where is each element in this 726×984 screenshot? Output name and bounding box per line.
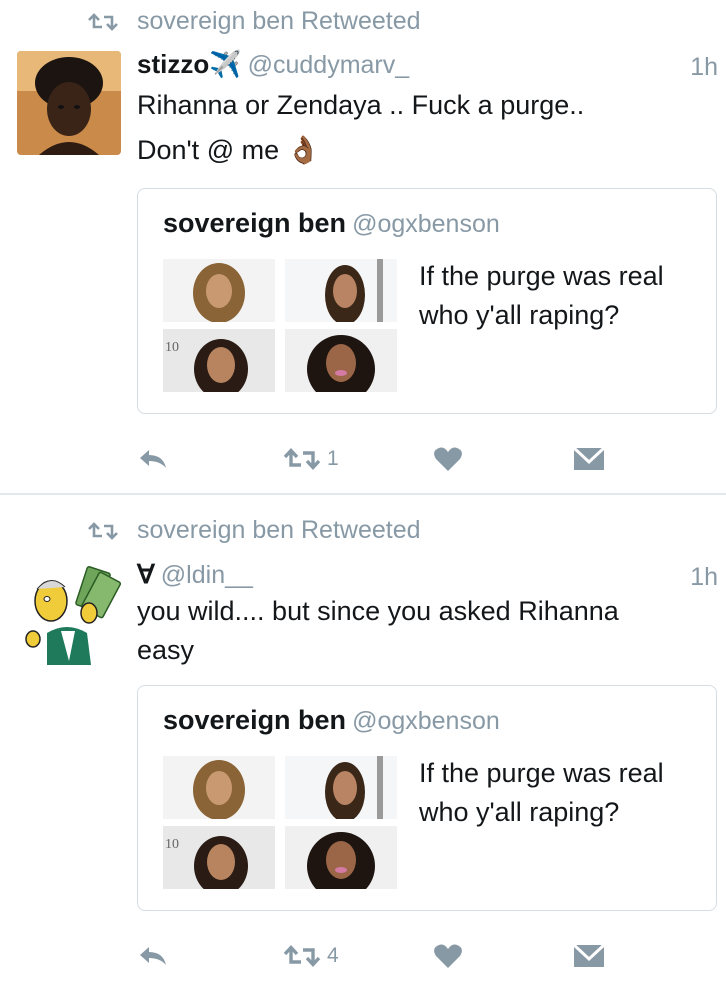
author-name[interactable]: stizzo [137, 49, 209, 79]
timestamp[interactable]: 1h [690, 53, 718, 82]
quoted-author-handle: @ogxbenson [352, 707, 500, 735]
svg-text:10: 10 [165, 340, 179, 355]
quoted-media-grid[interactable]: 10 [163, 756, 399, 890]
tweet-text: Rihanna or Zendaya .. Fuck a purge.. Don… [137, 83, 717, 173]
quoted-author-row: sovereign ben @ogxbenson [163, 208, 500, 239]
author-handle[interactable]: @ldin__ [161, 561, 253, 589]
avatar[interactable] [17, 561, 121, 665]
tweet-text-line: you wild.... but since you asked Rihanna [137, 596, 619, 626]
retweet-icon [283, 447, 321, 471]
tweet-divider [0, 493, 726, 495]
media-thumbnail[interactable]: 10 [163, 329, 275, 392]
quoted-author-name: sovereign ben [163, 208, 347, 238]
like-button[interactable] [433, 439, 463, 479]
retweet-icon [88, 13, 118, 31]
avatar[interactable] [17, 51, 121, 155]
retweet-button[interactable]: 4 [283, 936, 339, 976]
reply-button[interactable] [137, 936, 169, 976]
quoted-tweet[interactable]: sovereign ben @ogxbenson 10 If the purge … [137, 685, 717, 911]
quoted-author-row: sovereign ben @ogxbenson [163, 705, 500, 736]
media-thumbnail[interactable]: 10 [163, 826, 275, 889]
media-thumbnail[interactable] [163, 756, 275, 819]
reply-icon [140, 450, 166, 468]
author-row: ∀ @ldin__ [137, 559, 717, 593]
quoted-tweet[interactable]: sovereign ben @ogxbenson 10 If the purge … [137, 188, 717, 414]
retweet-icon [88, 522, 118, 540]
timestamp[interactable]: 1h [690, 563, 718, 592]
author-handle[interactable]: @cuddymarv_ [248, 51, 410, 79]
tweet-text-fragment: Don't @ me [137, 135, 280, 165]
like-button[interactable] [433, 936, 463, 976]
tweet-actions: 4 [0, 936, 726, 976]
media-thumbnail[interactable] [285, 329, 397, 392]
tweet-text-line: Don't @ me 👌🏾 [137, 128, 717, 173]
airplane-emoji: ✈️ [209, 49, 242, 79]
tweet-text-line: easy [137, 635, 195, 665]
direct-message-button[interactable] [573, 936, 605, 976]
retweet-icon [283, 944, 321, 968]
tweet-actions: 1 [0, 439, 726, 479]
like-icon [434, 447, 462, 471]
direct-message-button[interactable] [573, 439, 605, 479]
reply-button[interactable] [137, 439, 169, 479]
author-name[interactable]: ∀ [137, 559, 155, 589]
direct-message-icon [573, 943, 605, 967]
retweeted-by-label: sovereign ben Retweeted [137, 516, 421, 544]
retweet-count: 1 [327, 447, 339, 470]
media-thumbnail[interactable] [163, 259, 275, 322]
retweeted-by-label: sovereign ben Retweeted [137, 7, 421, 35]
ok-hand-emoji: 👌🏾 [286, 135, 321, 165]
media-thumbnail[interactable] [285, 756, 397, 819]
retweet-context: sovereign ben Retweeted [0, 513, 726, 547]
direct-message-icon [573, 446, 605, 470]
media-thumbnail[interactable] [285, 259, 397, 322]
tweet-text: you wild.... but since you asked Rihanna… [137, 592, 717, 670]
retweet-button[interactable]: 1 [283, 439, 339, 479]
reply-icon [140, 947, 166, 965]
quoted-tweet-text: If the purge was real who y'all raping? [419, 261, 664, 330]
quoted-author-handle: @ogxbenson [352, 210, 500, 238]
quoted-media-grid[interactable]: 10 [163, 259, 399, 393]
like-icon [434, 944, 462, 968]
quoted-author-name: sovereign ben [163, 705, 347, 735]
retweet-context: sovereign ben Retweeted [0, 4, 726, 38]
quoted-tweet-text: If the purge was real who y'all raping? [419, 758, 664, 827]
retweet-count: 4 [327, 944, 339, 967]
svg-text:10: 10 [165, 837, 179, 852]
media-thumbnail[interactable] [285, 826, 397, 889]
author-row: stizzo✈️ @cuddymarv_ [137, 49, 717, 83]
tweet-text-line: Rihanna or Zendaya .. Fuck a purge.. [137, 90, 585, 120]
